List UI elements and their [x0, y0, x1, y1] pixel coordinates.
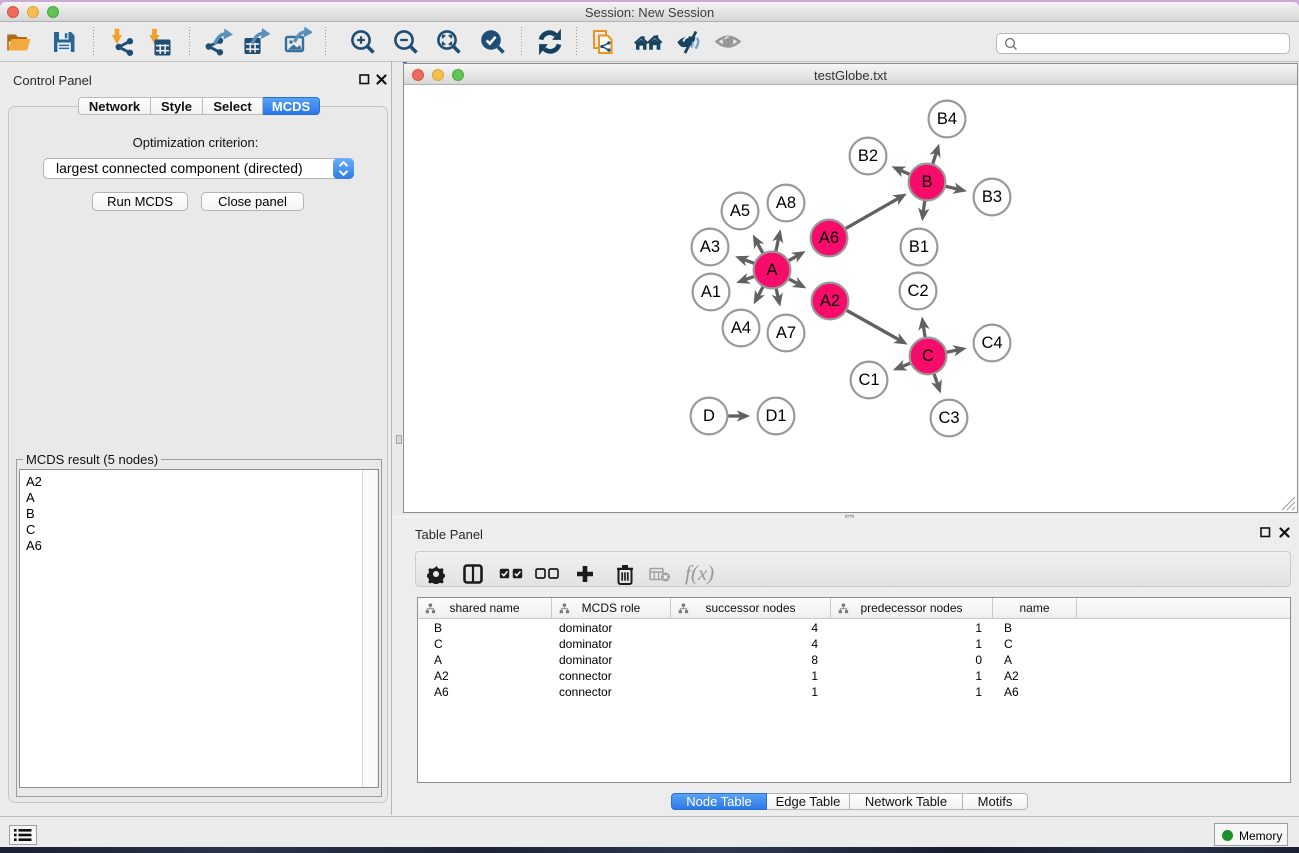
svg-text:B2: B2	[858, 147, 878, 165]
svg-text:A4: A4	[731, 319, 751, 337]
svg-text:A1: A1	[701, 283, 721, 301]
svg-text:C2: C2	[907, 282, 928, 300]
svg-text:B1: B1	[909, 238, 929, 256]
svg-text:B4: B4	[937, 110, 957, 128]
svg-text:A8: A8	[776, 194, 796, 212]
svg-text:B: B	[921, 173, 932, 191]
svg-text:D: D	[703, 407, 715, 425]
svg-text:D1: D1	[765, 407, 786, 425]
svg-text:A5: A5	[730, 202, 750, 220]
svg-text:A3: A3	[700, 238, 720, 256]
svg-text:A2: A2	[820, 292, 840, 310]
svg-text:C: C	[922, 347, 934, 365]
svg-text:C4: C4	[981, 334, 1002, 352]
svg-text:A: A	[766, 261, 777, 279]
svg-text:A6: A6	[819, 229, 839, 247]
svg-text:C1: C1	[858, 371, 879, 389]
svg-text:C3: C3	[938, 409, 959, 427]
svg-text:B3: B3	[982, 188, 1002, 206]
svg-text:A7: A7	[776, 324, 796, 342]
